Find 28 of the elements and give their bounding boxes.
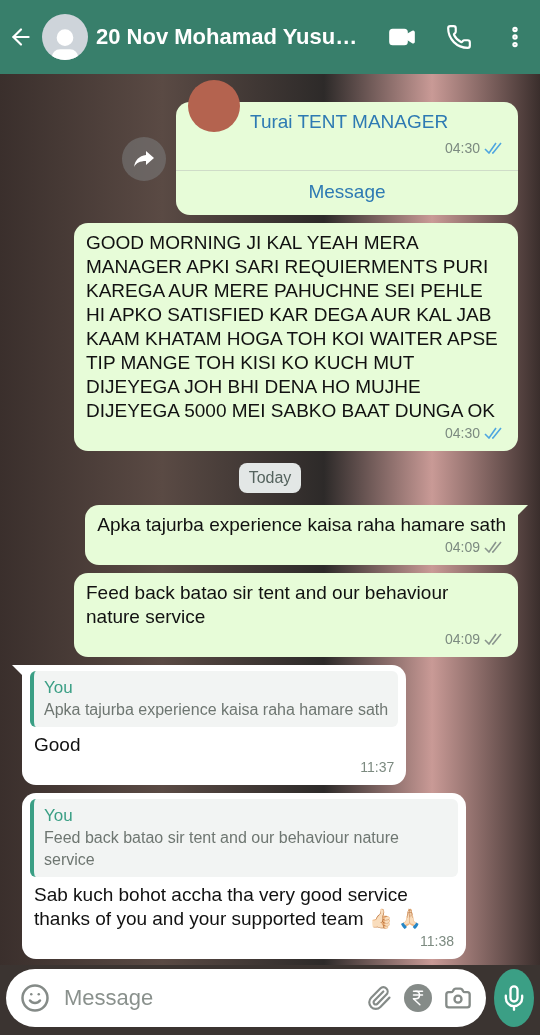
quote-text: Feed back batao sir tent and our behaviour nature service: [44, 828, 400, 870]
emoji-icon[interactable]: [18, 981, 52, 1015]
message-text: Good: [34, 733, 82, 757]
message-button[interactable]: Message: [188, 171, 506, 209]
message-time: 04:30: [444, 424, 480, 443]
message-time: 11:38: [420, 932, 454, 951]
contact-name: Turai TENT MANAGER: [250, 110, 449, 134]
message-time: 04:09: [444, 538, 480, 557]
forward-icon[interactable]: [122, 136, 166, 181]
avatar-icon[interactable]: [42, 14, 88, 60]
quoted-message[interactable]: You Feed back batao sir tent and our behaviour nature service: [30, 799, 458, 877]
rupee-icon[interactable]: [404, 984, 432, 1012]
chat-title[interactable]: 20 Nov Mohamad Yusu…: [96, 24, 362, 50]
message-time: 11:37: [360, 758, 395, 777]
photo-placeholder: [188, 80, 240, 132]
message-text: Apka tajurba experience kaisa raha hamare sath: [97, 513, 506, 537]
quote-author: You: [44, 805, 74, 827]
quoted-message[interactable]: You Apka tajurba experience kaisa raha hamare sath: [30, 671, 399, 727]
message-text: Feed back batao sir tent and our behaviour nature service: [86, 581, 450, 629]
message-time: 04:30: [444, 139, 480, 158]
quote-author: You: [44, 677, 74, 699]
message-text: GOOD MORNING JI KAL YEAH MERA MANAGER APKI SARI REQUIERMENTS PURI KAREGA AUR MERE PAHUCHNE SEI PEHLE HI APKO SATISFIED KAR DEGA AUR KAL JAB KAAM KHATAM HOGA TOH KOI WAITER APSE TIP MANGE TOH KISI KO KUCH MUT DIJEYEGA JOH BHI DENA HO MUJHE DIJEYEGA 5000 MEI SABKO BAAT DUNGA OK: [86, 231, 499, 423]
date-chip: Today: [238, 463, 302, 493]
quote-text: Apka tajurba experience kaisa raha hamare sath: [44, 700, 389, 720]
mic-button[interactable]: [494, 969, 534, 1027]
message-field[interactable]: Message: [6, 969, 486, 1027]
message-text: Sab kuch bohot accha tha very good service thanks of you and your supported team 👍🏻 🙏🏻: [34, 883, 424, 931]
message-time: 04:09: [444, 630, 480, 649]
